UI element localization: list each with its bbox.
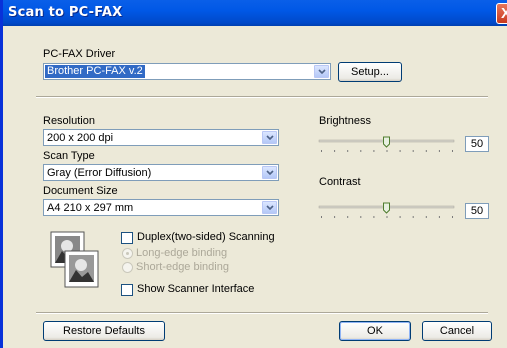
slider-tick	[347, 150, 349, 152]
slider-tick	[347, 216, 349, 218]
brightness-value[interactable]: 50	[465, 136, 489, 152]
duplex-label[interactable]: Duplex(two-sided) Scanning	[137, 231, 275, 243]
brightness-label: Brightness	[319, 115, 371, 127]
separator-top	[36, 96, 488, 98]
slider-tick	[334, 150, 336, 152]
slider-tick	[438, 150, 440, 152]
slider-tick	[412, 216, 414, 218]
contrast-slider[interactable]	[317, 202, 457, 224]
fax-driver-value: Brother PC-FAX v.2	[45, 65, 145, 78]
close-icon: X	[501, 5, 507, 22]
slider-tick	[360, 216, 362, 218]
chevron-down-icon[interactable]	[262, 201, 277, 214]
fax-driver-select[interactable]: Brother PC-FAX v.2	[43, 63, 331, 80]
document-size-label: Document Size	[43, 185, 118, 197]
scan-type-value: Gray (Error Diffusion)	[47, 167, 152, 179]
slider-tick	[386, 150, 388, 152]
slider-tick	[438, 216, 440, 218]
show-scanner-label[interactable]: Show Scanner Interface	[137, 283, 254, 295]
slider-tick	[321, 150, 322, 152]
slider-tick	[425, 216, 427, 218]
contrast-value[interactable]: 50	[465, 203, 489, 219]
short-edge-label[interactable]: Short-edge binding	[136, 261, 229, 273]
duplex-checkbox[interactable]	[121, 232, 133, 244]
slider-tick	[334, 216, 336, 218]
scan-to-pcfax-dialog: Scan to PC-FAX X PC-FAX Driver Brother P…	[0, 0, 507, 348]
brightness-slider[interactable]	[317, 136, 457, 158]
slider-tick	[373, 150, 375, 152]
slider-tick	[386, 216, 388, 218]
fax-driver-label: PC-FAX Driver	[43, 48, 116, 60]
brightness-ticks	[321, 150, 453, 152]
restore-defaults-button[interactable]: Restore Defaults	[43, 321, 165, 341]
long-edge-radio[interactable]	[122, 248, 133, 259]
short-edge-radio[interactable]	[122, 262, 133, 273]
contrast-thumb[interactable]	[383, 202, 390, 214]
document-size-value: A4 210 x 297 mm	[47, 202, 134, 214]
chevron-down-icon[interactable]	[314, 65, 329, 78]
window-title: Scan to PC-FAX	[8, 5, 123, 20]
close-button[interactable]: X	[496, 3, 507, 24]
ok-button[interactable]: OK	[339, 321, 411, 341]
resolution-label: Resolution	[43, 115, 95, 127]
slider-tick	[373, 216, 375, 218]
contrast-label: Contrast	[319, 176, 361, 188]
slider-tick	[399, 150, 401, 152]
slider-tick	[412, 150, 414, 152]
brightness-thumb[interactable]	[383, 136, 390, 148]
chevron-down-icon[interactable]	[262, 131, 277, 144]
resolution-value: 200 x 200 dpi	[47, 132, 114, 144]
slider-tick	[452, 150, 453, 152]
dialog-content: PC-FAX Driver Brother PC-FAX v.2 Setup..…	[6, 26, 507, 348]
chevron-down-icon[interactable]	[262, 166, 277, 179]
slider-tick	[425, 150, 427, 152]
separator-bottom	[36, 312, 488, 314]
duplex-pages-icon	[50, 231, 99, 288]
scan-type-label: Scan Type	[43, 150, 95, 162]
show-scanner-checkbox[interactable]	[121, 284, 133, 296]
long-edge-label[interactable]: Long-edge binding	[136, 247, 227, 259]
setup-button[interactable]: Setup...	[338, 62, 402, 82]
contrast-ticks	[321, 216, 453, 218]
resolution-select[interactable]: 200 x 200 dpi	[43, 129, 279, 146]
slider-tick	[399, 216, 401, 218]
slider-tick	[452, 216, 453, 218]
scan-type-select[interactable]: Gray (Error Diffusion)	[43, 164, 279, 181]
slider-tick	[360, 150, 362, 152]
document-size-select[interactable]: A4 210 x 297 mm	[43, 199, 279, 216]
slider-tick	[321, 216, 322, 218]
title-bar[interactable]: Scan to PC-FAX X	[3, 0, 507, 26]
cancel-button[interactable]: Cancel	[422, 321, 492, 341]
settings-panel: PC-FAX Driver Brother PC-FAX v.2 Setup..…	[14, 28, 507, 341]
